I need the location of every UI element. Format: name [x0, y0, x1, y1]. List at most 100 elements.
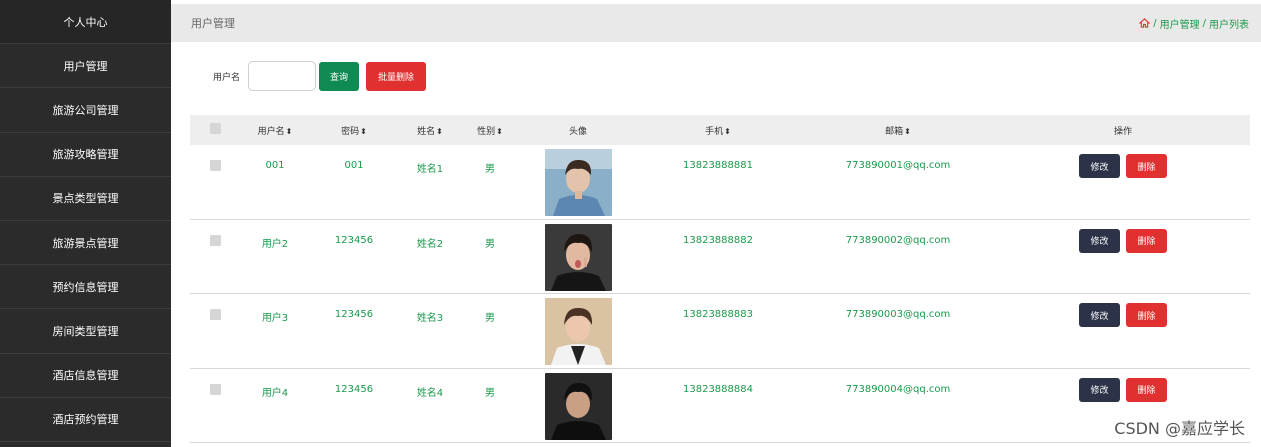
cell-username: 用户4: [261, 387, 289, 399]
cell-ops: 修改 删除: [998, 154, 1248, 178]
sort-icon[interactable]: ⬍: [360, 127, 367, 136]
delete-button[interactable]: 删除: [1126, 377, 1167, 402]
breadcrumb-separator: /: [1202, 17, 1206, 29]
cell-gender: 男: [485, 238, 495, 250]
batch-delete-button[interactable]: 批量删除: [366, 61, 427, 91]
cell-avatar: [518, 298, 638, 368]
cell-gender: 男: [485, 313, 495, 324]
delete-button[interactable]: 删除: [1126, 303, 1167, 327]
search-label: 用户名: [213, 72, 241, 83]
header-checkbox-cell: [190, 123, 240, 137]
row-checkbox-cell: [190, 309, 240, 323]
row-checkbox-cell: [190, 160, 240, 174]
row-checkbox[interactable]: [209, 160, 221, 171]
page-title: 用户管理: [191, 17, 235, 30]
cell-ops: 修改 删除: [998, 228, 1248, 253]
row-checkbox-cell: [190, 383, 240, 398]
avatar: [544, 298, 612, 365]
watermark: CSDN @嘉应学长: [1114, 419, 1245, 438]
sidebar-item-label: 用户管理: [63, 59, 108, 73]
cell-avatar: [518, 149, 638, 219]
avatar: [544, 372, 612, 440]
sort-icon[interactable]: ⬍: [724, 127, 731, 136]
sidebar-item-label: 酒店预约管理: [52, 413, 119, 427]
cell-gender: 男: [485, 387, 495, 399]
cell-phone: 13823888881: [683, 160, 753, 171]
user-table: 用户名⬍ 密码⬍ 姓名⬍ 性别⬍ 头像 手机⬍ 邮箱⬍ 操作 001 001 姓…: [190, 115, 1250, 443]
column-header-email[interactable]: 邮箱⬍: [798, 124, 998, 137]
sidebar-item-room-type[interactable]: 房间类型管理: [0, 309, 171, 354]
sidebar-item-travel-spot[interactable]: 旅游景点管理: [0, 221, 171, 266]
breadcrumb-item-user-list[interactable]: 用户列表: [1209, 16, 1249, 31]
table-row: 用户4 123456 姓名4 男 13823888884 773890004@q…: [190, 369, 1250, 443]
sort-icon[interactable]: ⬍: [904, 127, 911, 136]
cell-name: 姓名2: [416, 238, 444, 250]
row-checkbox[interactable]: [209, 234, 221, 246]
cell-email: 773890004@qq.com: [845, 383, 951, 395]
cell-email: 773890003@qq.com: [845, 309, 951, 320]
column-header-username[interactable]: 用户名⬍: [240, 124, 310, 137]
cell-username: 001: [265, 160, 285, 171]
column-header-name[interactable]: 姓名⬍: [398, 124, 462, 137]
sort-icon[interactable]: ⬍: [286, 127, 293, 136]
sidebar: 个人中心 用户管理 旅游公司管理 旅游攻略管理 景点类型管理 旅游景点管理 预约…: [0, 0, 171, 447]
top-bar: 用户管理 / 用户管理 / 用户列表: [171, 4, 1261, 42]
sidebar-item-hotel-info[interactable]: 酒店信息管理: [0, 354, 171, 398]
select-all-checkbox[interactable]: [209, 123, 221, 134]
cell-username: 用户3: [261, 313, 289, 324]
sort-icon[interactable]: ⬍: [436, 127, 443, 136]
breadcrumb-separator: /: [1153, 17, 1157, 29]
cell-phone: 13823888883: [683, 309, 753, 320]
avatar: [544, 149, 612, 216]
edit-button[interactable]: 修改: [1079, 377, 1120, 402]
sidebar-item-personal-center[interactable]: 个人中心: [0, 0, 171, 45]
cell-phone: 13823888882: [683, 234, 753, 246]
edit-button[interactable]: 修改: [1079, 154, 1120, 178]
cell-password: 123456: [334, 309, 374, 320]
row-checkbox[interactable]: [209, 309, 221, 320]
breadcrumb: / 用户管理 / 用户列表: [1139, 16, 1249, 31]
cell-password: 123456: [334, 234, 374, 246]
cell-username: 用户2: [261, 238, 289, 250]
cell-name: 姓名1: [416, 164, 444, 175]
sidebar-item-label: 旅游攻略管理: [52, 148, 119, 162]
edit-button[interactable]: 修改: [1079, 228, 1120, 253]
row-checkbox[interactable]: [209, 383, 221, 395]
sidebar-item-label: 酒店信息管理: [52, 369, 119, 383]
sort-icon[interactable]: ⬍: [496, 127, 503, 136]
column-header-phone[interactable]: 手机⬍: [638, 124, 798, 137]
column-header-ops: 操作: [1113, 126, 1132, 137]
row-checkbox-cell: [190, 234, 240, 249]
sidebar-item-label: 房间类型管理: [52, 324, 119, 338]
edit-button[interactable]: 修改: [1079, 303, 1120, 327]
delete-button[interactable]: 删除: [1126, 228, 1167, 253]
column-header-gender[interactable]: 性别⬍: [462, 124, 518, 137]
delete-button[interactable]: 删除: [1126, 154, 1167, 178]
table-row: 001 001 姓名1 男 13823888881 773890001@qq.c…: [190, 145, 1250, 220]
sidebar-item-travel-company[interactable]: 旅游公司管理: [0, 88, 171, 133]
cell-email: 773890002@qq.com: [845, 234, 951, 246]
sidebar-item-label: 旅游景点管理: [52, 236, 119, 250]
search-bar: 用户名 查询 批量删除: [213, 61, 427, 91]
cell-password: 001: [344, 160, 364, 171]
cell-gender: 男: [485, 164, 495, 175]
sidebar-item-spot-type[interactable]: 景点类型管理: [0, 177, 171, 221]
column-header-password[interactable]: 密码⬍: [310, 124, 398, 137]
column-header-avatar: 头像: [568, 126, 587, 137]
sidebar-item-user-management[interactable]: 用户管理: [0, 44, 171, 89]
sidebar-item-hotel-booking[interactable]: 酒店预约管理: [0, 398, 171, 442]
query-button[interactable]: 查询: [319, 61, 360, 91]
breadcrumb-item-user-management[interactable]: 用户管理: [1160, 16, 1200, 31]
sidebar-item-label: 景点类型管理: [52, 192, 119, 206]
username-search-input[interactable]: [248, 61, 317, 91]
avatar: [544, 223, 612, 291]
cell-name: 姓名4: [416, 387, 444, 399]
sidebar-item-booking-info[interactable]: 预约信息管理: [0, 265, 171, 310]
cell-phone: 13823888884: [683, 383, 753, 395]
home-icon[interactable]: [1139, 18, 1151, 28]
cell-ops: 修改 删除: [998, 303, 1248, 327]
cell-name: 姓名3: [416, 313, 444, 324]
sidebar-item-travel-guide[interactable]: 旅游攻略管理: [0, 133, 171, 177]
cell-avatar: [518, 223, 638, 294]
table-row: 用户3 123456 姓名3 男 13823888883 773890003@q…: [190, 294, 1250, 369]
